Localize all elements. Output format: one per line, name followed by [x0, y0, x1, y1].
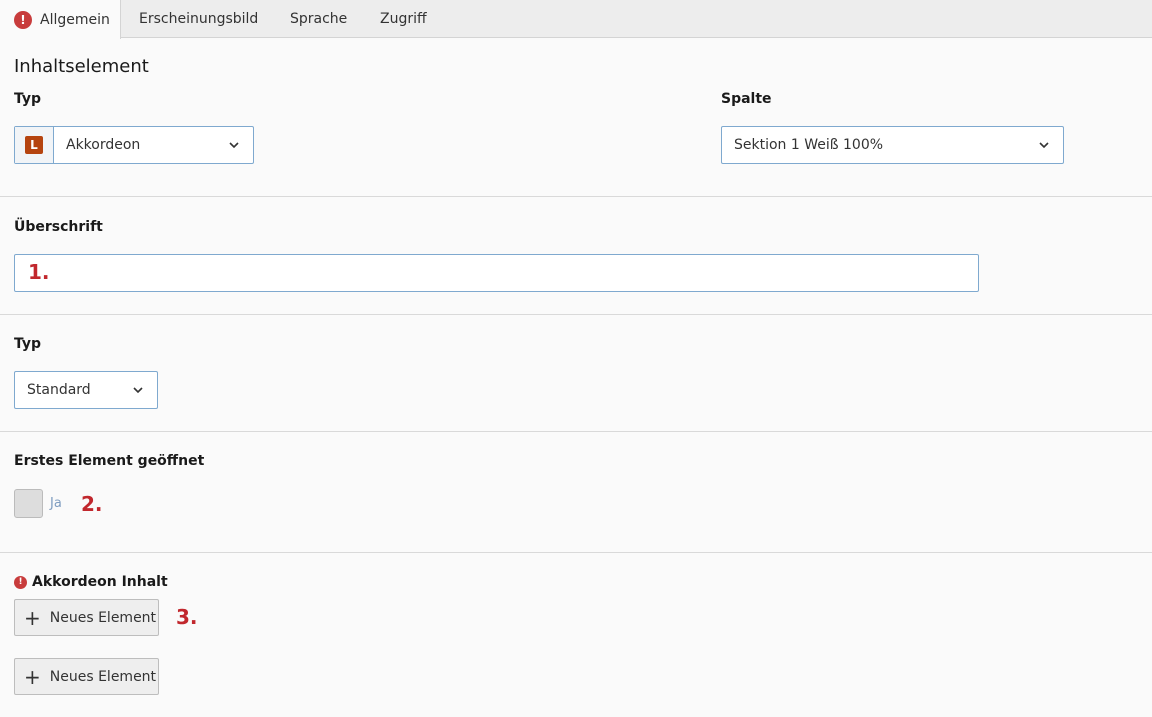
typ-select[interactable]: L Akkordeon: [14, 126, 254, 164]
chevron-down-icon: [229, 140, 239, 150]
erstes-element-label: Erstes Element geöffnet: [14, 453, 205, 469]
button-label: Neues Element: [49, 668, 157, 685]
spalte-label: Spalte: [721, 91, 772, 107]
tab-label: Sprache: [290, 11, 348, 27]
tab-label: Allgemein: [40, 11, 110, 28]
akkordeon-inhalt-text: Akkordeon Inhalt: [32, 574, 168, 590]
ueberschrift-label: Überschrift: [14, 219, 103, 235]
type-icon-cell: L: [15, 127, 54, 163]
content-type-icon: L: [25, 136, 43, 154]
typ2-label: Typ: [14, 336, 42, 352]
button-label: Neues Element: [49, 609, 157, 626]
chevron-down-icon: [1039, 140, 1049, 150]
divider: [0, 314, 1152, 315]
tab-label: Zugriff: [380, 11, 427, 27]
error-icon: !: [14, 10, 32, 29]
tab-bar: ! Allgemein Erscheinungsbild Sprache Zug…: [0, 0, 1152, 39]
typ-label: Typ: [14, 91, 42, 107]
typ2-select-value: Standard: [27, 382, 91, 398]
checkbox-label-ja[interactable]: Ja: [50, 496, 62, 511]
tab-label: Erscheinungsbild: [139, 11, 259, 27]
plus-icon: +: [24, 605, 41, 630]
erstes-element-checkbox[interactable]: [14, 489, 43, 518]
divider: [0, 552, 1152, 553]
divider: [0, 431, 1152, 432]
akkordeon-inhalt-label: ! Akkordeon Inhalt: [14, 574, 168, 590]
tab-zugriff[interactable]: Zugriff: [380, 0, 427, 38]
ueberschrift-input[interactable]: [14, 254, 979, 292]
spalte-select-value: Sektion 1 Weiß 100%: [734, 137, 884, 153]
divider: [0, 196, 1152, 197]
annotation-3: 3.: [176, 605, 198, 629]
typ2-select[interactable]: Standard: [14, 371, 158, 409]
section-title: Inhaltselement: [14, 56, 149, 77]
typ-select-value: Akkordeon: [66, 137, 141, 153]
annotation-1: 1.: [28, 260, 50, 284]
new-element-button[interactable]: + Neues Element: [14, 599, 159, 636]
annotation-2: 2.: [81, 492, 103, 516]
tab-allgemein[interactable]: ! Allgemein: [0, 0, 121, 39]
new-element-button-2[interactable]: + Neues Element: [14, 658, 159, 695]
chevron-down-icon: [133, 385, 143, 395]
plus-icon: +: [24, 664, 41, 689]
tab-erscheinungsbild[interactable]: Erscheinungsbild: [139, 0, 258, 38]
error-icon: !: [14, 575, 27, 589]
spalte-select[interactable]: Sektion 1 Weiß 100%: [721, 126, 1064, 164]
tab-sprache[interactable]: Sprache: [290, 0, 347, 38]
